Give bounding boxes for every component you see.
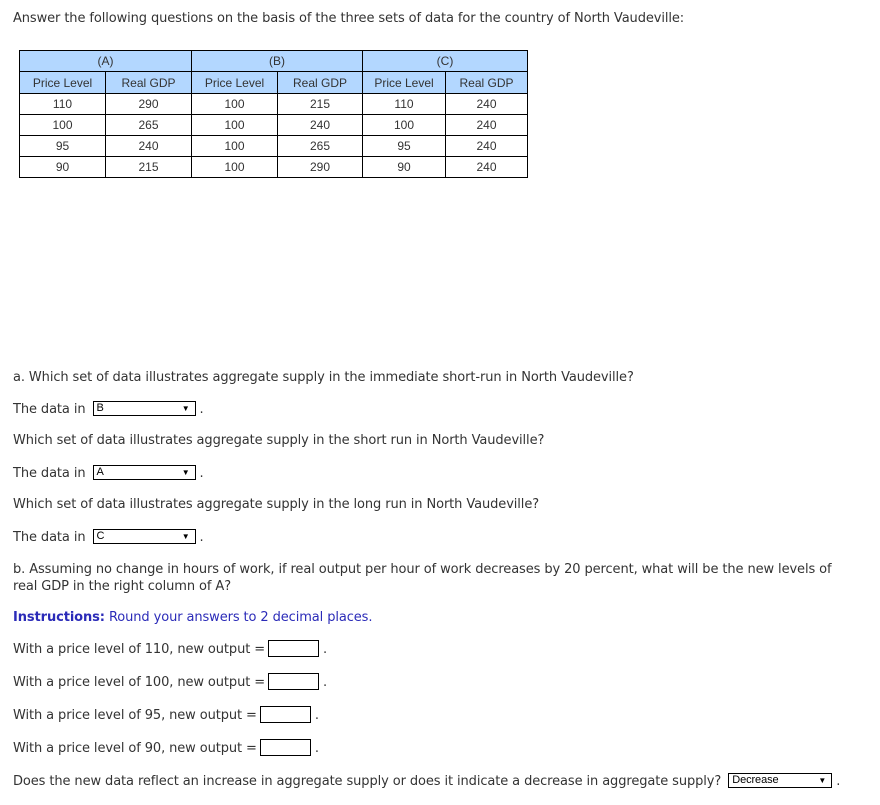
end-period: . bbox=[836, 774, 841, 789]
output-label-95: With a price level of 95, new output = bbox=[13, 708, 257, 723]
output-line-110: With a price level of 110, new output =. bbox=[13, 640, 328, 658]
end-period: . bbox=[314, 741, 319, 756]
end-period: . bbox=[199, 530, 204, 545]
column-header: Real GDP bbox=[105, 71, 192, 94]
answer-a3-prefix: The data in bbox=[13, 530, 86, 545]
table-cell: 240 bbox=[445, 93, 528, 115]
question-a3: Which set of data illustrates aggregate … bbox=[13, 497, 540, 512]
table-cell: 240 bbox=[105, 135, 192, 157]
table-cell: 265 bbox=[105, 114, 192, 136]
output-input-90[interactable] bbox=[259, 739, 311, 756]
table-row: 90 215 100 290 90 240 bbox=[19, 156, 528, 178]
answer-a1-prefix: The data in bbox=[13, 402, 86, 417]
dropdown-arrow-icon: ▼ bbox=[181, 532, 190, 541]
table-cell: 90 bbox=[19, 156, 106, 178]
final-question: Does the new data reflect an increase in… bbox=[13, 774, 722, 789]
table-group-header-row: (A) (B) (C) bbox=[19, 50, 528, 72]
table-cell: 100 bbox=[19, 114, 106, 136]
output-input-100[interactable] bbox=[268, 673, 320, 690]
question-b: b. Assuming no change in hours of work, … bbox=[13, 562, 832, 594]
question-a1: a. Which set of data illustrates aggrega… bbox=[13, 370, 634, 385]
end-period: . bbox=[323, 675, 328, 690]
column-header: Price Level bbox=[191, 71, 278, 94]
table-cell: 95 bbox=[19, 135, 106, 157]
output-input-95[interactable] bbox=[259, 706, 311, 723]
table-cell: 240 bbox=[445, 114, 528, 136]
table-cell: 110 bbox=[19, 93, 106, 115]
output-label-100: With a price level of 100, new output = bbox=[13, 675, 266, 690]
table-row: 110 290 100 215 110 240 bbox=[19, 93, 528, 115]
table-cell: 240 bbox=[445, 135, 528, 157]
question-a2: Which set of data illustrates aggregate … bbox=[13, 433, 545, 448]
output-line-95: With a price level of 95, new output =. bbox=[13, 706, 319, 724]
table-cell: 110 bbox=[362, 93, 446, 115]
output-label-110: With a price level of 110, new output = bbox=[13, 642, 266, 657]
column-header: Price Level bbox=[362, 71, 446, 94]
output-input-110[interactable] bbox=[268, 640, 320, 657]
table-row: 100 265 100 240 100 240 bbox=[19, 114, 528, 136]
dropdown-selected-value: Decrease bbox=[732, 774, 779, 786]
table-cell: 100 bbox=[362, 114, 446, 136]
column-header: Real GDP bbox=[445, 71, 528, 94]
answer-a2-line: The data in A ▼ . bbox=[13, 465, 204, 482]
output-line-100: With a price level of 100, new output =. bbox=[13, 673, 328, 691]
table-cell: 215 bbox=[277, 93, 363, 115]
immediate-short-run-dropdown[interactable]: B ▼ bbox=[92, 401, 196, 416]
final-question-line: Does the new data reflect an increase in… bbox=[13, 773, 840, 790]
group-header-a: (A) bbox=[19, 50, 192, 72]
long-run-dropdown[interactable]: C ▼ bbox=[92, 529, 196, 544]
dropdown-arrow-icon: ▼ bbox=[181, 468, 190, 477]
group-header-c: (C) bbox=[362, 50, 528, 72]
table-cell: 95 bbox=[362, 135, 446, 157]
answer-a3-line: The data in C ▼ . bbox=[13, 529, 204, 546]
table-cell: 265 bbox=[277, 135, 363, 157]
table-cell: 100 bbox=[191, 135, 278, 157]
output-line-90: With a price level of 90, new output =. bbox=[13, 739, 319, 757]
end-period: . bbox=[314, 708, 319, 723]
dropdown-selected-value: A bbox=[96, 466, 104, 478]
dropdown-arrow-icon: ▼ bbox=[181, 404, 190, 413]
table-cell: 240 bbox=[445, 156, 528, 178]
instructions-text: Round your answers to 2 decimal places. bbox=[104, 610, 373, 625]
table-cell: 100 bbox=[191, 114, 278, 136]
answer-a2-prefix: The data in bbox=[13, 466, 86, 481]
table-cell: 90 bbox=[362, 156, 446, 178]
intro-text: Answer the following questions on the ba… bbox=[13, 11, 685, 26]
table-column-header-row: Price Level Real GDP Price Level Real GD… bbox=[19, 71, 528, 94]
dropdown-arrow-icon: ▼ bbox=[818, 776, 827, 785]
table-cell: 240 bbox=[277, 114, 363, 136]
output-label-90: With a price level of 90, new output = bbox=[13, 741, 257, 756]
table-cell: 290 bbox=[277, 156, 363, 178]
answer-a1-line: The data in B ▼ . bbox=[13, 401, 204, 418]
end-period: . bbox=[199, 466, 204, 481]
dropdown-selected-value: C bbox=[96, 530, 105, 542]
data-table: (A) (B) (C) Price Level Real GDP Price L… bbox=[19, 50, 528, 178]
instructions: Instructions: Round your answers to 2 de… bbox=[13, 609, 373, 626]
table-cell: 100 bbox=[191, 93, 278, 115]
end-period: . bbox=[199, 402, 204, 417]
table-cell: 290 bbox=[105, 93, 192, 115]
supply-change-dropdown[interactable]: Decrease ▼ bbox=[728, 773, 833, 788]
short-run-dropdown[interactable]: A ▼ bbox=[92, 465, 196, 480]
dropdown-selected-value: B bbox=[96, 402, 104, 414]
table-cell: 100 bbox=[191, 156, 278, 178]
column-header: Price Level bbox=[19, 71, 106, 94]
end-period: . bbox=[323, 642, 328, 657]
column-header: Real GDP bbox=[277, 71, 363, 94]
group-header-b: (B) bbox=[191, 50, 363, 72]
instructions-label: Instructions: bbox=[13, 610, 105, 625]
table-row: 95 240 100 265 95 240 bbox=[19, 135, 528, 157]
table-cell: 215 bbox=[105, 156, 192, 178]
